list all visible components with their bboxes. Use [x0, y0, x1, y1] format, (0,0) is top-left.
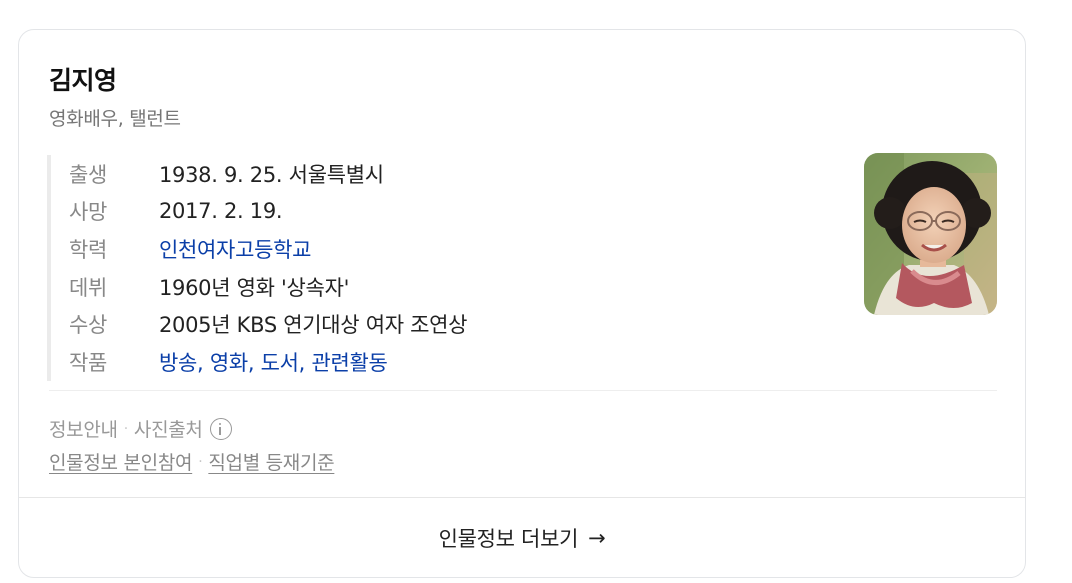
more-info-button[interactable]: 인물정보 더보기 → [19, 498, 1025, 578]
info-row-award: 수상 2005년 KBS 연기대상 여자 조연상 [69, 305, 467, 343]
arrow-right-icon: → [588, 526, 606, 550]
info-row-debut: 데뷔 1960년 영화 '상속자' [69, 268, 467, 306]
info-label: 학력 [69, 237, 108, 262]
info-row-birth: 출생 1938. 9. 25. 서울특별시 [69, 155, 467, 193]
school-link[interactable]: 인천여자고등학교 [159, 234, 311, 264]
info-value: 2017. 2. 19. [159, 199, 283, 224]
photo-source-link[interactable]: 사진출처 [134, 415, 203, 442]
person-name: 김지영 [49, 66, 117, 95]
info-row-education: 학력 인천여자고등학교 [69, 230, 467, 268]
participation-row: 인물정보 본인참여 · 직업별 등재기준 [49, 448, 335, 475]
separator-dot: · [123, 420, 128, 437]
person-photo[interactable] [864, 153, 997, 315]
works-link-book[interactable]: 도서 [261, 351, 299, 375]
profile-card: 김지영 영화배우, 탤런트 출생 1938. 9. 25. 서울특별시 사망 2… [18, 29, 1026, 578]
info-list: 출생 1938. 9. 25. 서울특별시 사망 2017. 2. 19. 학력… [47, 155, 467, 381]
works-links: 방송, 영화, 도서, 관련활동 [159, 350, 388, 375]
self-participation-link[interactable]: 인물정보 본인참여 [49, 448, 192, 475]
works-link-broadcast[interactable]: 방송 [159, 351, 197, 375]
job-criteria-link[interactable]: 직업별 등재기준 [208, 448, 334, 475]
info-row-death: 사망 2017. 2. 19. [69, 193, 467, 231]
info-label: 사망 [69, 200, 108, 225]
works-link-activities[interactable]: 관련활동 [311, 351, 387, 375]
info-guide-link[interactable]: 정보안내 [49, 415, 118, 442]
info-label: 데뷔 [69, 275, 108, 300]
portrait-image [864, 153, 997, 315]
info-value: 2005년 KBS 연기대상 여자 조연상 [159, 313, 468, 338]
info-row-works: 작품 방송, 영화, 도서, 관련활동 [69, 343, 467, 381]
info-label: 출생 [69, 162, 108, 187]
person-job: 영화배우, 탤런트 [49, 108, 181, 130]
more-info-label: 인물정보 더보기 [438, 527, 579, 551]
info-value: 1938. 9. 25. 서울특별시 [159, 162, 384, 187]
info-label: 작품 [69, 350, 108, 375]
separator-dot: · [198, 453, 203, 470]
info-value: 1960년 영화 '상속자' [159, 275, 350, 300]
info-guide-row: 정보안내 · 사진출처 [49, 415, 232, 442]
section-divider [49, 390, 997, 391]
info-icon[interactable] [209, 417, 232, 440]
works-link-movie[interactable]: 영화 [210, 351, 248, 375]
info-label: 수상 [69, 313, 108, 338]
